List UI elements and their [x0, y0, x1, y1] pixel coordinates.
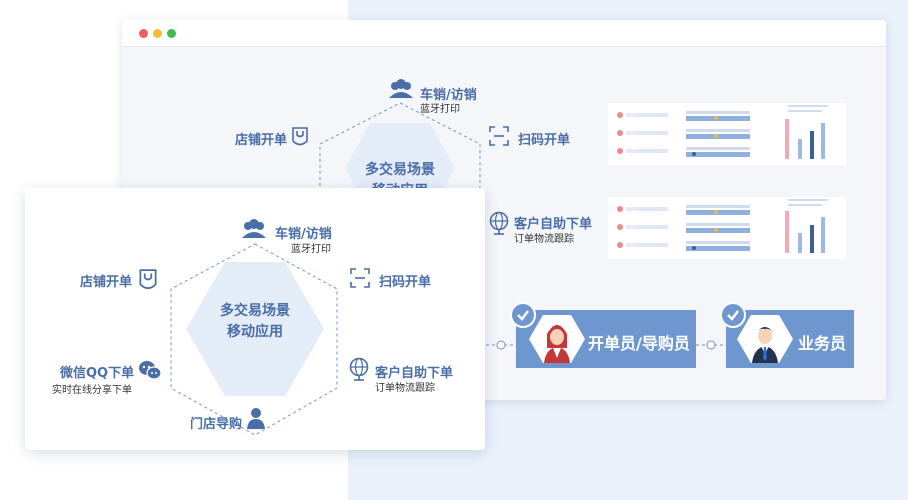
person-icon — [247, 408, 265, 429]
scan-icon — [350, 268, 370, 288]
female-avatar-icon — [529, 315, 585, 363]
report-panel-2 — [608, 197, 846, 259]
front-center-line1: 多交易场景 — [220, 303, 290, 319]
back-center-line1: 多交易场景 — [365, 162, 435, 178]
front-right-label: 扫码开单 — [379, 275, 432, 290]
back-customer-sub: 订单物流跟踪 — [514, 234, 574, 245]
back-left-label: 店铺开单 — [235, 133, 288, 148]
shopping-bag-icon — [139, 269, 157, 290]
report-chart-1 — [617, 105, 828, 159]
front-wechat-sub: 实时在线分享下单 — [52, 385, 132, 396]
male-avatar-icon — [737, 315, 793, 363]
clerk-check-icon — [510, 302, 536, 328]
scan-icon — [489, 126, 509, 146]
front-left-label: 店铺开单 — [80, 275, 133, 290]
sales-role-label: 业务员 — [798, 334, 847, 353]
back-right-label: 扫码开单 — [518, 133, 571, 148]
report-panel-1 — [608, 103, 846, 165]
sales-check-icon — [720, 302, 746, 328]
people-group-icon — [242, 219, 266, 238]
front-top-sub: 蓝牙打印 — [291, 244, 331, 255]
people-group-icon — [389, 79, 413, 98]
clerk-role-box[interactable]: 开单员/导购员 — [516, 310, 696, 368]
globe-icon — [489, 211, 509, 235]
shopping-bag-icon — [292, 127, 308, 146]
front-wechat-label: 微信QQ下单 — [60, 366, 135, 381]
report-chart-2 — [617, 199, 828, 253]
front-guide-label: 门店导购 — [190, 417, 243, 432]
clerk-role-label: 开单员/导购员 — [588, 334, 690, 353]
front-customer-sub: 订单物流跟踪 — [375, 383, 435, 394]
front-center-line2: 移动应用 — [227, 324, 283, 340]
front-diagram-card: 多交易场景 移动应用 车销/访销 蓝牙打印 店铺开单 扫码开单 微信QQ下单 实… — [25, 188, 485, 450]
globe-icon — [349, 357, 369, 381]
front-center-title: 多交易场景 移动应用 — [200, 301, 310, 343]
wechat-icon — [139, 361, 162, 380]
back-top-sub: 蓝牙打印 — [420, 104, 460, 115]
